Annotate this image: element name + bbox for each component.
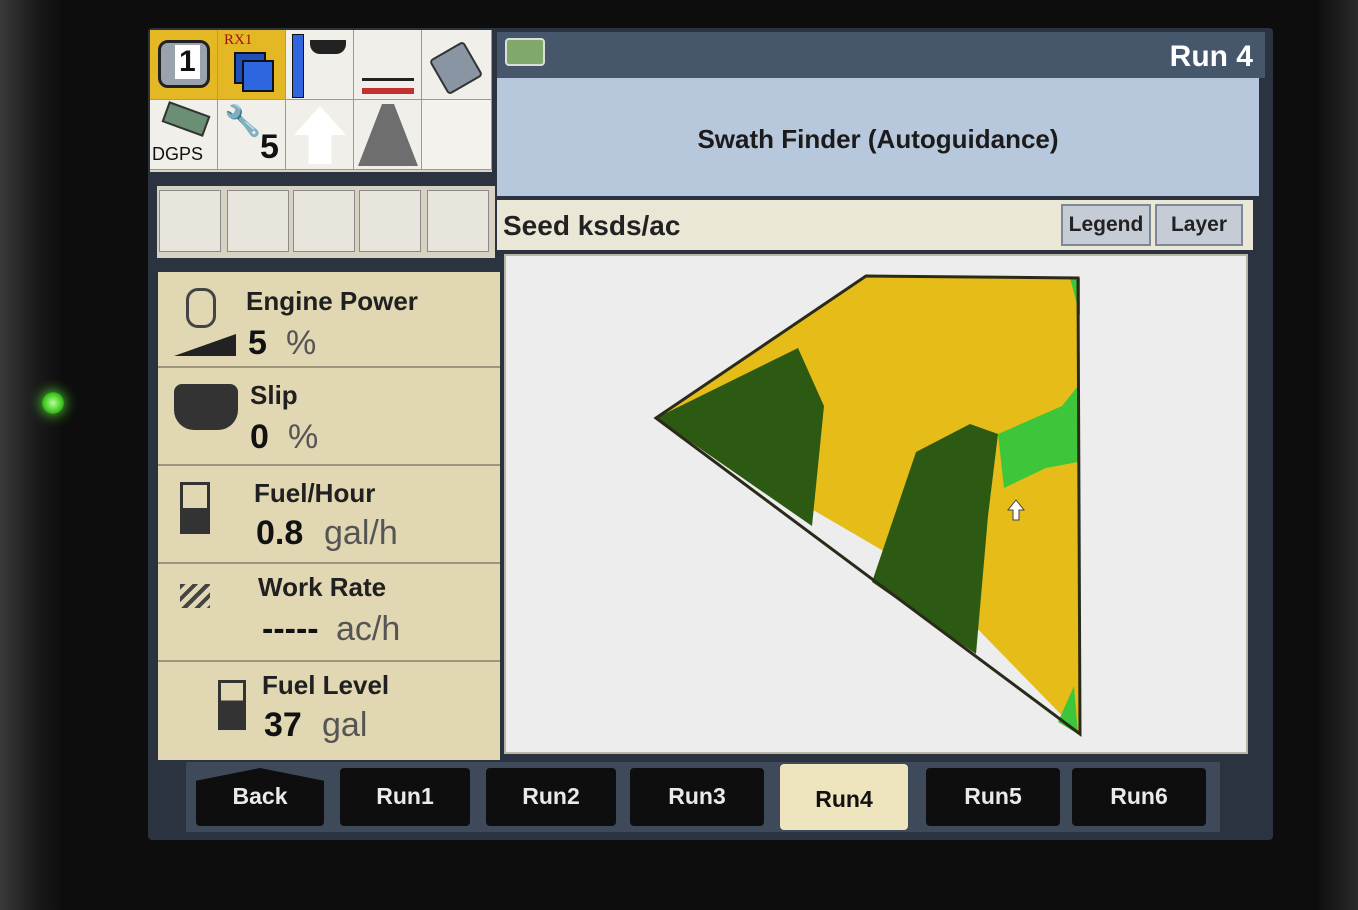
display-page-1-button[interactable]: 1: [150, 30, 218, 100]
run-tab-bar: Back Run1 Run2 Run3 Run4 Run5 Run6: [186, 762, 1220, 832]
stat-label: Engine Power: [246, 286, 418, 316]
fuel-per-hour-readout[interactable]: Fuel/Hour 0.8 gal/h: [158, 468, 500, 564]
engine-icon: [186, 288, 216, 328]
gps-mode-label: DGPS: [152, 144, 204, 164]
machine-stats-panel: Engine Power 5 % Slip 0 % Fuel/Hour 0.8 …: [158, 272, 500, 760]
run-title: Run 4: [1169, 40, 1253, 73]
back-button[interactable]: Back: [196, 768, 324, 826]
page-subtitle: Swath Finder (Autoguidance): [697, 124, 1059, 154]
stat-unit: %: [286, 324, 317, 362]
layer-button[interactable]: Layer: [1155, 204, 1243, 246]
layers-icon-front: [242, 60, 274, 92]
stat-label: Slip: [250, 380, 298, 410]
stat-label: Work Rate: [258, 572, 387, 602]
implement-bar-icon: [292, 34, 304, 98]
tab-run1[interactable]: Run1: [340, 768, 470, 826]
tab-run3[interactable]: Run3: [630, 768, 764, 826]
stat-value: 0: [250, 418, 269, 456]
fuel-tank-icon: [218, 680, 246, 730]
stat-unit: gal: [322, 706, 368, 744]
run-header-bar: Run 4: [497, 32, 1265, 78]
empty-shortcut-slot[interactable]: [422, 100, 492, 170]
gps-status-button[interactable]: DGPS: [150, 100, 218, 170]
up-arrow-icon: [294, 106, 346, 164]
stat-value: 5: [248, 324, 267, 362]
shortcut-button-4[interactable]: [359, 190, 421, 252]
satellite-icon: [161, 101, 211, 137]
wrench-icon: 🔧: [224, 105, 262, 138]
shortcut-button-row: [157, 186, 495, 258]
field-map[interactable]: [504, 254, 1248, 754]
shortcut-button-3[interactable]: [293, 190, 355, 252]
planter-row-icon: [310, 40, 346, 54]
tab-run5[interactable]: Run5: [926, 768, 1060, 826]
tab-run4[interactable]: Run4: [780, 764, 908, 830]
legend-button[interactable]: Legend: [1061, 204, 1151, 246]
power-ramp-icon: [174, 334, 236, 356]
page-1-icon: 1: [158, 40, 210, 88]
field-coverage-map: [653, 274, 1082, 737]
shortcut-button-5[interactable]: [427, 190, 489, 252]
fuel-pump-icon: [180, 482, 210, 534]
map-layer-title: Seed ksds/ac: [503, 210, 681, 241]
work-rate-readout[interactable]: Work Rate ----- ac/h: [158, 566, 500, 662]
boom-width-button[interactable]: [354, 30, 422, 100]
display-bezel-left: [0, 0, 60, 910]
prescription-rx1-button[interactable]: RX1: [218, 30, 286, 100]
display-bezel-right: [1318, 0, 1358, 910]
engine-power-readout[interactable]: Engine Power 5 %: [158, 272, 500, 368]
tractor-slip-icon: [174, 384, 238, 430]
controller-icon: [428, 40, 484, 96]
controller-button[interactable]: [422, 30, 492, 100]
implement-button[interactable]: [286, 30, 354, 100]
stat-value: 0.8: [256, 514, 304, 552]
monitor-check-icon[interactable]: [505, 38, 545, 66]
map-layer-bar: Seed ksds/ac Legend Layer: [497, 200, 1253, 250]
status-icon-grid: 1 RX1 DGPS 🔧 5: [150, 30, 492, 172]
stat-unit: %: [288, 418, 319, 456]
power-led-indicator: [42, 392, 64, 414]
stat-value: -----: [262, 610, 319, 648]
tab-run2[interactable]: Run2: [486, 768, 616, 826]
direction-button[interactable]: [286, 100, 354, 170]
shortcut-button-1[interactable]: [159, 190, 221, 252]
diagnostic-count: 5: [260, 128, 279, 166]
page-number-label: 1: [175, 45, 200, 79]
stat-unit: gal/h: [324, 514, 398, 552]
stat-label: Fuel Level: [262, 670, 390, 700]
boom-width-indicator: [362, 88, 414, 94]
slip-readout[interactable]: Slip 0 %: [158, 370, 500, 466]
page-subtitle-bar: Swath Finder (Autoguidance): [497, 78, 1259, 196]
guidance-view-button[interactable]: [354, 100, 422, 170]
stat-label: Fuel/Hour: [254, 478, 376, 508]
fuel-level-readout[interactable]: Fuel Level 37 gal: [158, 664, 500, 760]
road-perspective-icon: [358, 104, 418, 166]
diagnostics-button[interactable]: 🔧 5: [218, 100, 286, 170]
rx1-label: RX1: [224, 32, 253, 48]
stat-value: 37: [264, 706, 302, 744]
tab-run6[interactable]: Run6: [1072, 768, 1206, 826]
stat-unit: ac/h: [336, 610, 401, 648]
work-rate-icon: [180, 584, 210, 608]
shortcut-button-2[interactable]: [227, 190, 289, 252]
